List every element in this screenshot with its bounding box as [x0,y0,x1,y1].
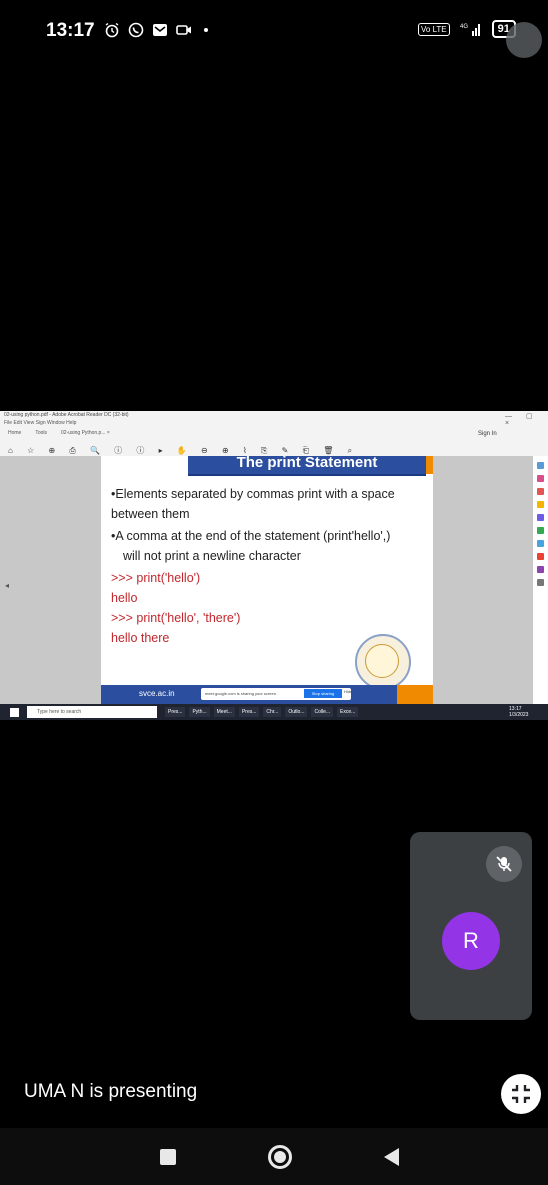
android-navigation-bar [0,1128,548,1185]
presentation-slide: The print Statement •Elements separated … [101,456,433,704]
taskbar-app: Pyth... [189,707,210,717]
sign-in-link: Sign In [478,431,497,437]
shared-screen: 02-using python.pdf - Adobe Acrobat Read… [0,411,548,720]
left-panel-arrow-icon: ◂ [5,581,10,590]
taskbar-app: Colle... [311,707,334,717]
collapse-icon [512,1085,530,1103]
acrobat-tabs: Home Tools 02-using Python.p... × [8,430,110,436]
slide-line: •A comma at the end of the statement (pr… [111,529,391,543]
acrobat-tool-icons: ⌂ ☆ ⊕ ⎙ 🔍 ⓘ ⓘ ▸ ✋ ⊖ ⊕ ⌇ ⎘ ✎ ⎗ 🗑 ⌕ [8,446,359,455]
recent-apps-icon[interactable] [160,1149,176,1165]
signal-icon: 4G [460,24,480,36]
taskbar-app: Pres... [165,707,186,717]
meet-icon [176,25,191,35]
windows-taskbar: Type here to search Pres... Pyth... Meet… [0,704,548,720]
slide-title: The print Statement [188,456,426,476]
slide-footer: svce.ac.in meet.google.com is sharing yo… [101,685,433,704]
status-time: 13:17 [46,20,95,41]
footer-accent [397,685,433,704]
tab-tools: Tools [35,430,48,436]
slide-line: between them [111,507,190,521]
avatar: R [442,912,500,970]
volte-icon: Vo LTE [418,22,450,36]
mic-off-icon [486,846,522,882]
whatsapp-icon [128,22,144,38]
college-seal-logo [355,634,411,690]
acrobat-toolbar: 02-using python.pdf - Adobe Acrobat Read… [0,411,548,456]
slide-line: •Elements separated by commas print with… [111,487,395,501]
footer-website: svce.ac.in [139,689,175,698]
alarm-icon [105,22,119,38]
code-line: >>> print('hello') [111,571,201,585]
taskbar-app: Chr... [263,707,282,717]
self-view-tile[interactable]: R [410,832,532,1020]
more-notifications-dot [204,28,208,32]
acrobat-menu: File Edit View Sign Window Help [4,420,77,426]
presenting-label: UMA N is presenting [24,1081,198,1102]
taskbar-apps: Pres... Pyth... Meet... Pres... Chr... O… [165,707,359,717]
window-controls: — ▢ × [505,413,539,427]
notification-icons [104,22,208,38]
taskbar-search: Type here to search [27,706,157,718]
taskbar-app: Exce... [337,707,359,717]
gmail-icon [153,24,167,36]
stop-sharing-button: Stop sharing [304,689,342,698]
slide-line: will not print a newline character [123,549,301,563]
home-icon[interactable] [268,1145,292,1169]
tab-home: Home [8,430,22,436]
slide-body: •Elements separated by commas print with… [111,484,429,648]
status-bar: 13:17 Vo LTE 4G 91 [0,0,548,60]
taskbar-app: Meet... [213,707,235,717]
system-status: Vo LTE 4G 91 [418,20,516,38]
taskbar-app: Outlo... [285,707,308,717]
code-line: hello [111,591,138,605]
acrobat-title: 02-using python.pdf - Adobe Acrobat Read… [4,412,129,418]
hide-link: Hide [344,689,353,694]
svg-text:4G: 4G [460,24,468,30]
slide-accent [426,456,433,474]
back-icon[interactable] [384,1148,399,1166]
code-line: >>> print('hello', 'there') [111,611,241,625]
acrobat-right-tools [533,456,548,704]
windows-start-icon [10,708,19,717]
tab-document: 02-using Python.p... × [61,430,110,436]
muted-indicator [506,22,542,58]
taskbar-clock: 13:17 1/3/2023 [509,706,529,718]
minimize-presentation-button[interactable] [501,1074,541,1114]
taskbar-app: Pres... [238,707,260,717]
